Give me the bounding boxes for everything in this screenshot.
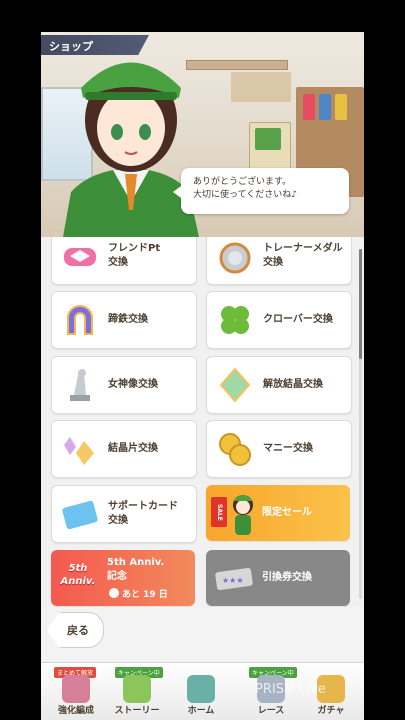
goddess-statue-icon	[70, 369, 90, 401]
exchange-list[interactable]: フレンドPt 交換 トレーナーメダル 交換 蹄鉄交換 クローバー交換 女神像交換…	[41, 237, 364, 607]
bubble-line-2: 大切に使ってくださいね♪	[193, 190, 298, 200]
speech-bubble: ありがとうございます。 大切に使ってくださいね♪	[173, 168, 349, 214]
page-title: ショップ	[49, 40, 93, 53]
enhance-icon	[62, 675, 90, 703]
card-label: 女神像交換	[108, 379, 158, 390]
card-label: クローバー交換	[263, 314, 333, 325]
card-sublabel: 交換	[108, 515, 128, 526]
support-card-exchange-button[interactable]: サポートカード 交換	[51, 485, 197, 543]
card-label: 解放結晶交換	[263, 379, 323, 390]
card-label: 5th Anniv.	[107, 557, 165, 568]
horseshoe-exchange-button[interactable]: 蹄鉄交換	[51, 291, 197, 349]
chibi-character-icon	[233, 495, 253, 535]
nav-label: ストーリー	[114, 706, 160, 716]
shop-scene: ショップ ありがとうございます。 大切に使ってくださいね♪	[41, 32, 364, 237]
handshake-icon	[64, 248, 96, 266]
bubble-line-1: ありがとうございます。	[193, 177, 292, 187]
remaining-days: あと 19 日	[109, 587, 168, 600]
release-crystal-exchange-button[interactable]: 解放結晶交換	[206, 356, 352, 414]
nav-label: ガチャ	[317, 706, 345, 716]
story-book-icon	[123, 675, 151, 703]
card-sublabel: 交換	[263, 257, 283, 268]
friend-pt-exchange-button[interactable]: フレンドPt 交換	[51, 237, 197, 285]
app-screen: ショップ ありがとうございます。 大切に使ってくださいね♪ フレンドPt 交換 ト…	[41, 32, 364, 720]
card-label: マニー交換	[263, 443, 313, 454]
anniversary-logo: 5th Anniv.	[60, 563, 96, 587]
crystal-shard-icon	[64, 437, 94, 465]
display-sign	[255, 128, 281, 150]
card-label: 限定セール	[262, 507, 312, 518]
anniversary-exchange-button[interactable]: 5th Anniv. 5th Anniv. 記念 あと 19 日	[51, 550, 195, 606]
shelf-item	[319, 94, 331, 120]
shelf-item	[303, 94, 315, 120]
sale-badge: SALE	[211, 497, 227, 527]
clover-icon	[221, 306, 249, 334]
back-label: 戻る	[67, 624, 89, 637]
goddess-exchange-button[interactable]: 女神像交換	[51, 356, 197, 414]
clover-exchange-button[interactable]: クローバー交換	[206, 291, 352, 349]
medal-icon	[219, 242, 251, 274]
nav-label: レース	[257, 706, 285, 716]
trainer-medal-exchange-button[interactable]: トレーナーメダル 交換	[206, 237, 352, 285]
card-label: 蹄鉄交換	[108, 314, 148, 325]
card-sublabel: 記念	[107, 571, 127, 582]
crystal-icon	[219, 367, 251, 403]
money-exchange-button[interactable]: マニー交換	[206, 420, 352, 478]
card-label: 引換券交換	[262, 572, 312, 583]
nav-label: 強化編成	[57, 706, 94, 716]
crystal-shard-exchange-button[interactable]: 結晶片交換	[51, 420, 197, 478]
watermark: PRISM Live	[255, 682, 326, 697]
page-title-bar: ショップ	[41, 35, 149, 55]
limited-sale-button[interactable]: SALE 限定セール	[206, 485, 350, 541]
nav-enhance[interactable]: まとめて解放 強化編成	[46, 663, 106, 720]
shelf-boxes	[231, 72, 291, 102]
card-label: トレーナーメダル	[263, 243, 343, 254]
horseshoe-icon	[67, 305, 93, 335]
card-label: サポートカード	[108, 501, 178, 512]
nav-home[interactable]: ホーム	[171, 663, 231, 720]
card-label: フレンドPt	[108, 243, 161, 254]
voucher-ticket-icon: ★★★	[215, 567, 253, 591]
ticket-card-icon	[62, 500, 98, 530]
nav-label: ホーム	[187, 706, 215, 716]
card-label: 結晶片交換	[108, 443, 158, 454]
nav-story[interactable]: キャンペーン中 ストーリー	[107, 663, 167, 720]
back-button[interactable]: 戻る	[46, 612, 104, 648]
shelf-item	[335, 94, 347, 120]
clock-icon	[109, 588, 119, 598]
scrollbar-thumb[interactable]	[359, 249, 362, 359]
home-building-icon	[187, 675, 215, 703]
svg-text:★★★: ★★★	[222, 576, 244, 585]
card-sublabel: 交換	[108, 257, 128, 268]
coin-icon	[219, 433, 251, 466]
voucher-exchange-button[interactable]: ★★★ 引換券交換	[206, 550, 350, 606]
